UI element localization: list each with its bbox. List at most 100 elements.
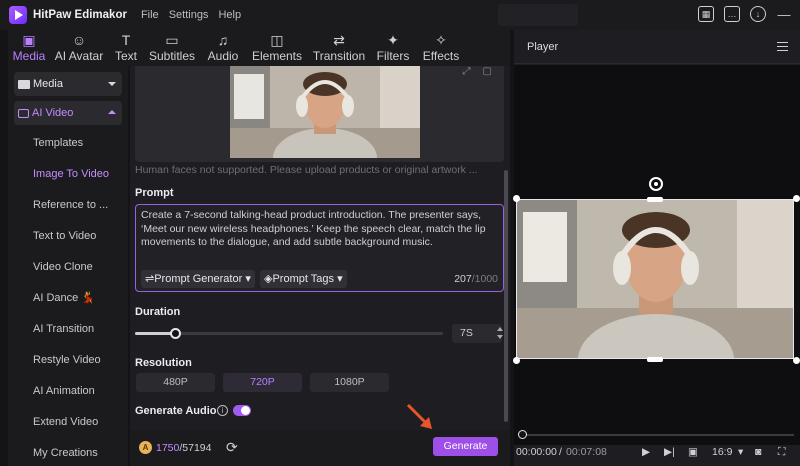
chevron-up-icon[interactable]	[497, 327, 503, 331]
upload-image-box[interactable]: ⤢ ▢	[135, 66, 504, 162]
sidebar-item-ai-animation[interactable]: AI Animation	[33, 376, 123, 407]
media-icon: ▣	[22, 32, 36, 48]
generate-audio-label: Generate Audio	[135, 405, 217, 417]
title-blank-area	[498, 4, 578, 26]
sidebar-ai-video-label: AI Video	[32, 107, 74, 119]
sidebar-item-templates[interactable]: Templates	[33, 128, 123, 159]
title-bar: HitPaw Edimakor File Settings Help ▦ … ↓…	[0, 0, 800, 30]
resolution-480p[interactable]: 480P	[136, 373, 215, 392]
duration-slider[interactable]	[135, 328, 443, 339]
uploaded-image	[230, 66, 420, 158]
sidebar-item-video-clone[interactable]: Video Clone	[33, 252, 123, 283]
chevron-down-icon	[108, 82, 116, 86]
generate-audio-toggle[interactable]	[233, 405, 251, 416]
sidebar-ai-video-dropdown[interactable]: AI Video	[14, 101, 122, 125]
app-name: HitPaw Edimakor	[33, 9, 127, 21]
tool-filters[interactable]: ✦ Filters	[370, 30, 416, 66]
prompt-tags-button[interactable]: ◈Prompt Tags ▾	[260, 270, 347, 288]
fullscreen-preview-icon[interactable]: ▣	[688, 446, 698, 458]
sidebar-item-image-to-video[interactable]: Image To Video	[33, 159, 123, 190]
menu-settings[interactable]: Settings	[169, 9, 209, 21]
refresh-icon[interactable]: ⟳	[226, 439, 238, 456]
resolution-1080p[interactable]: 1080P	[310, 373, 389, 392]
duration-label: Duration	[135, 306, 181, 318]
chevron-down-icon: ▾	[337, 273, 343, 285]
tool-media[interactable]: ▣ Media	[8, 30, 50, 66]
duration-slider-handle[interactable]	[170, 328, 181, 339]
expand-icon[interactable]: ⛶	[778, 446, 785, 459]
chevron-down-icon[interactable]: ▾	[738, 446, 743, 458]
playhead[interactable]	[518, 430, 527, 439]
resize-handle-bottom[interactable]	[647, 357, 663, 362]
sidebar-media-dropdown[interactable]: Media	[14, 72, 122, 96]
tool-audio[interactable]: ♫ Audio	[200, 30, 246, 66]
tool-text[interactable]: T Text	[108, 30, 144, 66]
panel-scrollbar[interactable]	[504, 170, 508, 422]
annotation-arrow-icon	[406, 403, 432, 429]
menu-help[interactable]: Help	[218, 9, 241, 21]
delete-image-icon[interactable]: ▢	[483, 66, 492, 77]
menu-file[interactable]: File	[141, 9, 159, 21]
prompt-generator-button[interactable]: ⇌Prompt Generator ▾	[141, 270, 255, 288]
player-controls: 00:00:00 / 00:07:08 ▶ ▶| ▣ 16:9 ▾ ◙ ⛶	[514, 443, 800, 463]
sidebar-item-my-creations[interactable]: My Creations	[33, 438, 123, 466]
resolution-label: Resolution	[135, 357, 192, 369]
player-header: Player	[514, 30, 800, 64]
menu-icon[interactable]	[777, 42, 788, 51]
next-frame-icon[interactable]: ▶|	[664, 446, 675, 458]
sidebar-item-extend-video[interactable]: Extend Video	[33, 407, 123, 438]
chevron-down-icon[interactable]	[497, 335, 503, 339]
upload-hint: Human faces not supported. Please upload…	[135, 164, 478, 176]
sidebar-item-text-to-video[interactable]: Text to Video	[33, 221, 123, 252]
chevron-down-icon: ▾	[245, 273, 251, 285]
info-icon[interactable]: i	[217, 405, 228, 416]
sidebar-media-label: Media	[33, 78, 63, 90]
preview-canvas	[513, 65, 800, 445]
tool-effects[interactable]: ✧ Effects	[416, 30, 466, 66]
sidebar-item-ai-dance[interactable]: AI Dance 💃	[33, 283, 123, 314]
preview-video-frame[interactable]	[516, 199, 794, 359]
sidebar-item-restyle-video[interactable]: Restyle Video	[33, 345, 123, 376]
duration-slider-fill	[135, 332, 175, 335]
generate-button[interactable]: Generate	[433, 437, 498, 456]
aspect-ratio-select[interactable]: 16:9	[712, 446, 732, 458]
subtitles-icon: ▭	[165, 32, 179, 48]
prompt-input[interactable]: Create a 7-second talking-head product i…	[135, 204, 504, 292]
resolution-720p[interactable]: 720P	[223, 373, 302, 392]
playback-timeline[interactable]	[518, 430, 794, 439]
duration-stepper[interactable]: 7S	[452, 324, 503, 343]
tool-elements[interactable]: ◫ Elements	[246, 30, 308, 66]
tool-ai-avatar[interactable]: ☺ AI Avatar	[50, 30, 108, 66]
ai-video-icon	[18, 108, 29, 118]
avatar-icon: ☺	[71, 32, 87, 48]
resize-handle-top-right[interactable]	[793, 195, 800, 202]
filters-icon: ✦	[387, 32, 399, 48]
replace-image-icon[interactable]: ⤢	[463, 66, 471, 77]
credits-balance: 1750/57194	[156, 442, 212, 454]
image-to-video-panel: ⤢ ▢ Human faces not supported. Please up…	[130, 66, 510, 466]
snapshot-icon[interactable]: ◙	[755, 446, 761, 458]
player-title: Player	[527, 40, 559, 53]
credit-coin-icon: A	[139, 441, 152, 454]
layout-icon[interactable]: ▦	[698, 6, 714, 22]
resize-handle-top[interactable]	[647, 197, 663, 202]
audio-icon: ♫	[217, 32, 229, 48]
tool-transition[interactable]: ⇄ Transition	[308, 30, 370, 66]
rotate-handle-icon[interactable]	[649, 177, 663, 191]
minimize-icon[interactable]: —	[776, 6, 792, 22]
resize-handle-bottom-left[interactable]	[513, 357, 520, 364]
main-toolbar: ▣ Media ☺ AI Avatar T Text ▭ Subtitles ♫…	[8, 30, 510, 66]
feedback-icon[interactable]: …	[724, 6, 740, 22]
tool-subtitles[interactable]: ▭ Subtitles	[144, 30, 200, 66]
player-panel: Player 00:00:00 / 00:07:08 ▶ ▶| ▣ 16:9 ▾…	[513, 30, 800, 466]
resize-handle-top-left[interactable]	[513, 195, 520, 202]
resize-handle-bottom-right[interactable]	[793, 357, 800, 364]
chevron-up-icon	[108, 110, 116, 114]
play-icon[interactable]: ▶	[642, 446, 650, 458]
char-counter: 207/1000	[454, 273, 498, 285]
sidebar-item-ai-transition[interactable]: AI Transition	[33, 314, 123, 345]
sidebar-item-reference-to[interactable]: Reference to ...	[33, 190, 123, 221]
download-icon[interactable]: ↓	[750, 6, 766, 22]
app-logo-icon	[9, 6, 27, 24]
folder-icon	[18, 79, 30, 89]
